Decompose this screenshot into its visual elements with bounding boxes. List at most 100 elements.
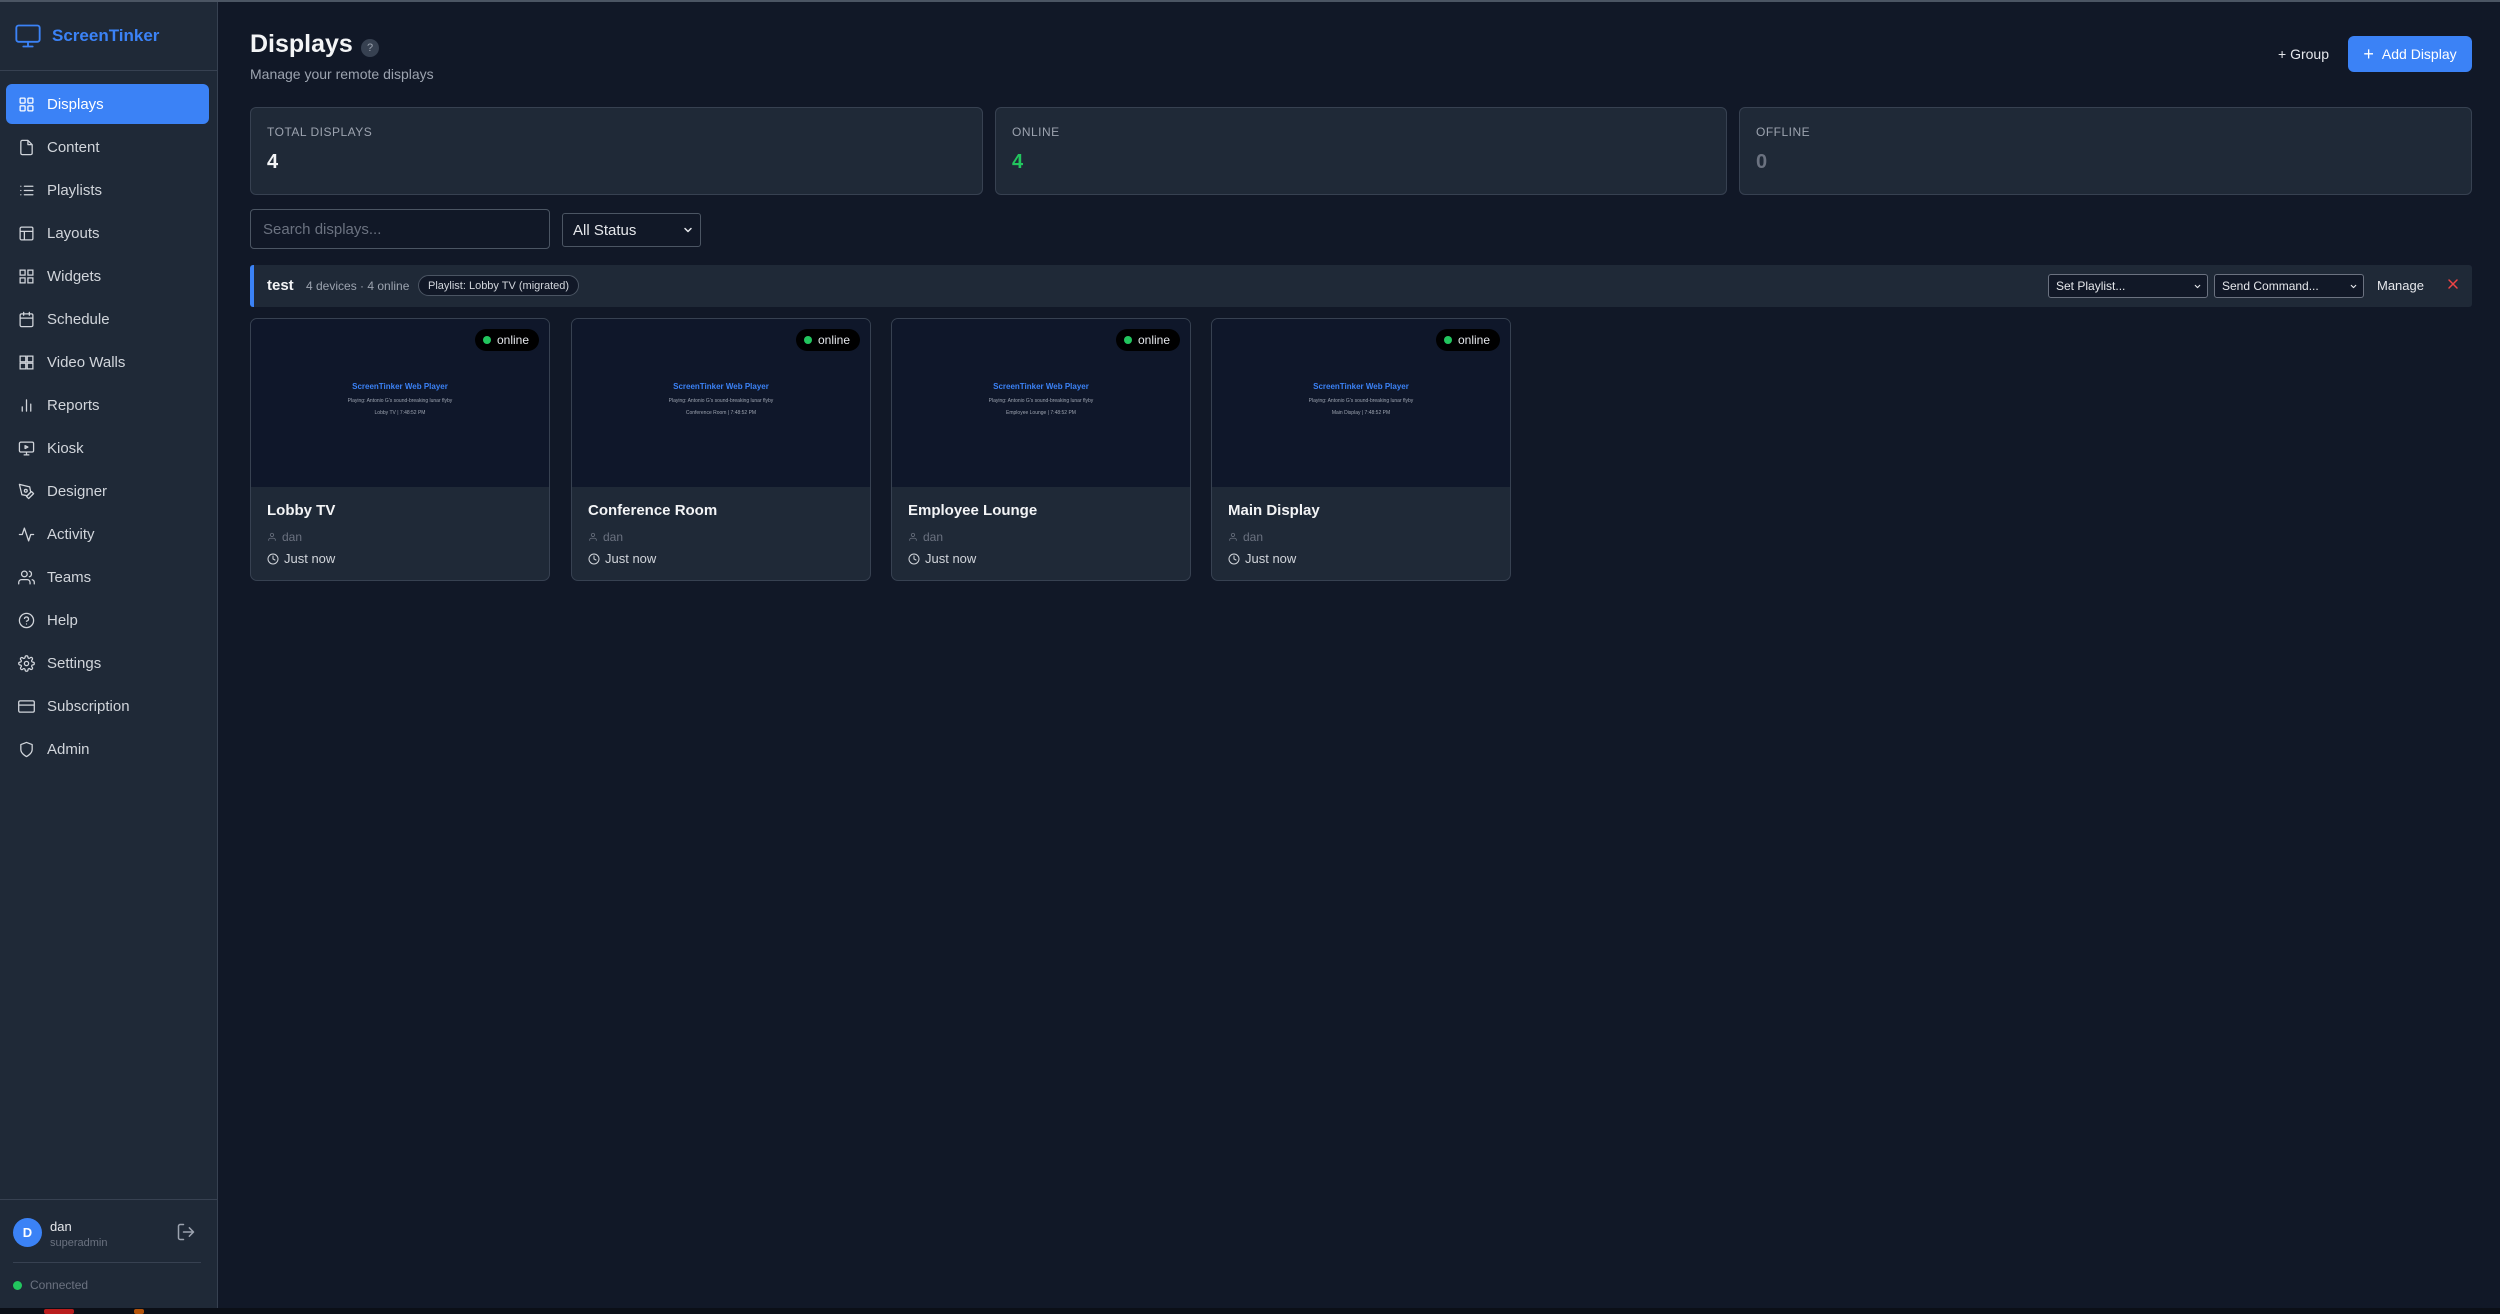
display-last-seen: Just now [588, 551, 656, 566]
display-card-employee-lounge[interactable]: online ScreenTinker Web Player Playing: … [891, 318, 1191, 581]
sidebar-item-label: Activity [47, 525, 95, 543]
sidebar-item-label: Settings [47, 654, 102, 672]
stat-online: ONLINE 4 [995, 107, 1727, 195]
stat-offline: OFFLINE 0 [1739, 107, 2472, 195]
sidebar-item-video-walls[interactable]: Video Walls [6, 342, 209, 382]
display-owner: dan [1228, 530, 1263, 544]
display-last-seen-text: Just now [284, 551, 336, 566]
help-button[interactable]: ? [361, 39, 379, 57]
preview-now-playing: Playing: Antonio G's sound-breaking luna… [988, 398, 1094, 404]
sidebar-item-activity[interactable]: Activity [6, 514, 209, 554]
display-owner: dan [588, 530, 623, 544]
sidebar-item-playlists[interactable]: Playlists [6, 170, 209, 210]
sidebar-item-label: Designer [47, 482, 108, 500]
clock-icon [908, 553, 920, 564]
group-name: test [267, 277, 294, 294]
divider [0, 70, 218, 71]
avatar[interactable]: D [13, 1218, 42, 1247]
display-name: Conference Room [588, 502, 718, 519]
preview-title: ScreenTinker Web Player [352, 382, 448, 391]
users-icon [18, 569, 35, 585]
display-preview: online ScreenTinker Web Player Playing: … [1212, 319, 1510, 487]
stat-label: OFFLINE [1756, 125, 1811, 139]
display-last-seen: Just now [267, 551, 335, 566]
display-card-main-display[interactable]: online ScreenTinker Web Player Playing: … [1211, 318, 1511, 581]
file-icon [20, 139, 33, 155]
sidebar-item-designer[interactable]: Designer [6, 471, 209, 511]
online-dot [803, 336, 812, 344]
status-badge-label: online [1457, 333, 1490, 347]
sidebar-item-admin[interactable]: Admin [6, 729, 209, 769]
sidebar-item-teams[interactable]: Teams [6, 557, 209, 597]
preview-now-playing: Playing: Antonio G's sound-breaking luna… [668, 398, 774, 404]
connection-status: Connected [30, 1278, 89, 1292]
stat-value: 4 [267, 151, 279, 173]
display-card-conference-room[interactable]: online ScreenTinker Web Player Playing: … [571, 318, 871, 581]
search-input[interactable] [250, 209, 550, 249]
display-owner-name: dan [282, 530, 303, 544]
send-command-value: Send Command... [2222, 279, 2319, 293]
preview-device-time: Conference Room | 7:48:52 PM [685, 410, 757, 416]
sidebar-item-widgets[interactable]: Widgets [6, 256, 209, 296]
display-group-bar: test 4 devices · 4 online Playlist: Lobb… [250, 265, 2472, 307]
sidebar-item-help[interactable]: Help [6, 600, 209, 640]
display-owner: dan [267, 530, 302, 544]
status-badge-label: online [817, 333, 850, 347]
online-dot [1123, 336, 1132, 344]
page-subtitle: Manage your remote displays [250, 66, 434, 82]
sidebar-item-layouts[interactable]: Layouts [6, 213, 209, 253]
brand-name: ScreenTinker [52, 26, 160, 45]
display-name: Employee Lounge [908, 502, 1038, 519]
sidebar-nav: Displays Content Playlists Layouts Widge… [6, 84, 209, 772]
send-command-select[interactable]: Send Command... [2214, 274, 2364, 298]
chevron-down-icon [684, 227, 692, 233]
stat-value: 0 [1756, 151, 1768, 173]
grid-icon [19, 96, 34, 112]
manage-group-button[interactable]: Manage [2377, 278, 2424, 293]
sidebar-item-label: Playlists [47, 181, 103, 199]
status-badge-label: online [1137, 333, 1170, 347]
sidebar-item-label: Layouts [47, 224, 100, 242]
sidebar-item-kiosk[interactable]: Kiosk [6, 428, 209, 468]
preview-title: ScreenTinker Web Player [673, 382, 769, 391]
sidebar-item-label: Kiosk [47, 439, 84, 457]
pen-icon [18, 483, 35, 499]
user-icon [589, 532, 597, 541]
sidebar-item-settings[interactable]: Settings [6, 643, 209, 683]
display-owner-name: dan [923, 530, 944, 544]
sidebar-item-reports[interactable]: Reports [6, 385, 209, 425]
display-last-seen: Just now [1228, 551, 1296, 566]
activity-icon [18, 526, 35, 542]
preview-title: ScreenTinker Web Player [1313, 382, 1409, 391]
sidebar-item-label: Help [47, 611, 78, 629]
chevron-down-icon [2194, 284, 2201, 289]
logout-icon[interactable] [176, 1222, 196, 1242]
sidebar-item-schedule[interactable]: Schedule [6, 299, 209, 339]
sidebar-item-subscription[interactable]: Subscription [6, 686, 209, 726]
add-group-button[interactable]: + Group [2268, 36, 2339, 72]
display-owner: dan [908, 530, 943, 544]
add-display-button[interactable]: + Add Display [2348, 36, 2472, 72]
stat-total-displays: TOTAL DISPLAYS 4 [250, 107, 983, 195]
close-icon[interactable] [2445, 276, 2461, 292]
user-icon [1229, 532, 1237, 541]
status-filter-select[interactable]: All Status [562, 213, 701, 247]
connection-status-dot [13, 1281, 22, 1290]
sidebar-item-displays[interactable]: Displays [6, 84, 209, 124]
window-top-border [0, 0, 2500, 2]
display-last-seen-text: Just now [1245, 551, 1297, 566]
set-playlist-select[interactable]: Set Playlist... [2048, 274, 2208, 298]
clock-icon [267, 553, 279, 564]
sidebar-item-content[interactable]: Content [6, 127, 209, 167]
sidebar-item-label: Subscription [47, 697, 130, 715]
display-card-lobby-tv[interactable]: online ScreenTinker Web Player Playing: … [250, 318, 550, 581]
brand[interactable]: ScreenTinker [14, 22, 159, 50]
divider [0, 1199, 218, 1200]
stat-label: TOTAL DISPLAYS [267, 125, 373, 139]
preview-device-time: Employee Lounge | 7:48:52 PM [1006, 410, 1076, 416]
display-last-seen: Just now [908, 551, 976, 566]
clock-icon [588, 553, 600, 564]
sidebar-item-label: Schedule [47, 310, 110, 328]
clock-icon [1228, 553, 1240, 564]
user-role: superadmin [50, 1237, 108, 1249]
